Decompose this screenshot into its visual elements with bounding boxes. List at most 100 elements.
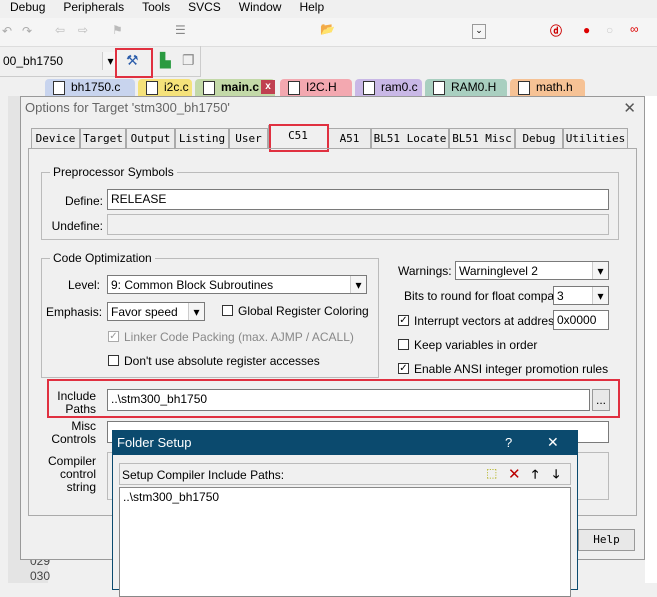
folder-setup-dialog: Folder Setup ? ✕ Setup Compiler Include …: [112, 430, 578, 597]
undo-icon[interactable]: ↶: [2, 24, 12, 38]
file-tab-i2c-c[interactable]: i2c.c: [138, 79, 192, 96]
close-tab-icon[interactable]: x: [261, 80, 275, 94]
line-number: 030: [30, 569, 51, 583]
file-icon: [146, 81, 158, 95]
bits-select[interactable]: 3: [553, 286, 609, 305]
close-icon[interactable]: ✕: [623, 99, 636, 117]
keep-variables-checkbox[interactable]: [398, 339, 409, 350]
folder-setup-titlebar: Folder Setup ? ✕: [113, 431, 577, 455]
group-title: Preprocessor Symbols: [50, 165, 177, 179]
file-icon: [288, 81, 300, 95]
file-icon: [203, 81, 215, 95]
menu-bar: Debug Peripherals Tools SVCS Window Help: [10, 0, 657, 15]
manage-components-icon[interactable]: ▙: [160, 52, 171, 69]
menu-window[interactable]: Window: [239, 0, 282, 14]
help-icon[interactable]: ?: [505, 435, 512, 450]
paths-header: Setup Compiler Include Paths: ⬚ ✕ 🡑 🡓: [119, 463, 571, 485]
list-item[interactable]: ..\stm300_bh1750: [123, 490, 219, 504]
warnings-label: Warnings:: [398, 264, 452, 278]
tab-user[interactable]: User: [229, 128, 268, 148]
menu-debug[interactable]: Debug: [10, 0, 45, 14]
select-packs-icon[interactable]: ❐: [182, 52, 195, 69]
menu-peripherals[interactable]: Peripherals: [63, 0, 124, 14]
tab-a51[interactable]: A51: [328, 128, 371, 148]
tab-bl51-misc[interactable]: BL51 Misc: [449, 128, 515, 148]
no-absolute-register-label: Don't use absolute register accesses: [124, 354, 320, 368]
linker-packing-label: Linker Code Packing (max. AJMP / ACALL): [124, 330, 354, 344]
file-tab-ram0-c[interactable]: ram0.c: [355, 79, 422, 96]
move-up-icon[interactable]: 🡑: [532, 465, 538, 486]
tab-device[interactable]: Device: [31, 128, 80, 148]
linker-packing-checkbox[interactable]: ✓: [108, 331, 119, 342]
menu-svcs[interactable]: SVCS: [188, 0, 221, 14]
menu-help[interactable]: Help: [299, 0, 324, 14]
ansi-integer-label: Enable ANSI integer promotion rules: [414, 362, 609, 376]
redo-icon[interactable]: ↷: [22, 24, 32, 38]
no-absolute-register-checkbox[interactable]: [108, 355, 119, 366]
file-icon: [363, 81, 375, 95]
forward-icon[interactable]: ⇨: [78, 23, 88, 37]
undefine-input[interactable]: [107, 214, 609, 235]
build-toolbar: 00_bh1750 ⚒ ▙ ❐: [0, 46, 201, 78]
bits-label: Bits to round for float compare:: [404, 289, 569, 303]
interrupt-address-input[interactable]: 0x0000: [553, 310, 609, 330]
breakpoint-disabled-icon[interactable]: ○: [606, 23, 613, 37]
breakpoint-icon[interactable]: ●: [583, 23, 590, 37]
bookmark-icon[interactable]: ⚑: [112, 23, 123, 37]
back-icon[interactable]: ⇦: [55, 23, 65, 37]
file-tab-bh1750-c[interactable]: bh1750.c: [45, 79, 135, 96]
tab-utilities[interactable]: Utilities: [563, 128, 628, 148]
define-input[interactable]: RELEASE: [107, 189, 609, 210]
file-icon: [53, 81, 65, 95]
target-select[interactable]: 00_bh1750: [0, 52, 118, 70]
new-folder-icon[interactable]: ⬚: [486, 466, 497, 480]
compiler-control-label: Compiler control string: [47, 454, 96, 494]
file-tab-label: i2c.c: [164, 80, 189, 94]
file-tab-label: main.c: [221, 80, 260, 94]
file-tab-label: math.h: [536, 80, 573, 94]
tab-debug[interactable]: Debug: [515, 128, 563, 148]
help-button[interactable]: Help: [578, 529, 635, 551]
level-label: Level:: [67, 278, 100, 292]
open-folder-icon[interactable]: 📂: [320, 22, 335, 36]
delete-icon[interactable]: ✕: [508, 465, 521, 483]
editor-area: [645, 96, 657, 583]
warnings-select[interactable]: Warninglevel 2: [455, 261, 609, 280]
close-icon[interactable]: ✕: [547, 434, 559, 451]
move-down-icon[interactable]: 🡓: [553, 465, 559, 486]
file-tab-math-h[interactable]: math.h: [510, 79, 585, 96]
keep-variables-label: Keep variables in order: [414, 338, 538, 352]
level-select[interactable]: 9: Common Block Subroutines: [107, 275, 367, 294]
file-tab-label: bh1750.c: [71, 80, 121, 94]
tab-listing[interactable]: Listing: [175, 128, 229, 148]
global-register-checkbox[interactable]: [222, 305, 233, 316]
file-icon: [518, 81, 530, 95]
dialog-title: Options for Target 'stm300_bh1750': [25, 100, 230, 115]
file-tab-i2c-h[interactable]: I2C.H: [280, 79, 352, 96]
paths-list: ..\stm300_bh1750: [119, 487, 571, 597]
debug-icon[interactable]: ⓓ: [550, 22, 562, 39]
interrupt-vectors-checkbox[interactable]: ✓: [398, 315, 409, 326]
paths-header-label: Setup Compiler Include Paths:: [122, 468, 285, 482]
dropdown-icon[interactable]: ⌄: [472, 24, 486, 39]
breakpoints-icon[interactable]: ∞: [630, 22, 639, 36]
file-icon: [433, 81, 445, 95]
define-label: Define:: [64, 194, 103, 208]
ansi-integer-checkbox[interactable]: ✓: [398, 363, 409, 374]
toolbar: ↶ ↷ ⇦ ⇨ ⚑ ☰ 📂 ⌄ ⓓ ● ○ ∞: [0, 18, 657, 47]
file-tab-main-c[interactable]: main.c x: [195, 79, 275, 96]
tab-output[interactable]: Output: [126, 128, 175, 148]
interrupt-vectors-label: Interrupt vectors at address:: [414, 314, 564, 328]
highlight-include-paths: [47, 379, 620, 418]
file-tab-ram0-h[interactable]: RAM0.H: [425, 79, 507, 96]
menu-tools[interactable]: Tools: [142, 0, 170, 14]
folder-setup-title: Folder Setup: [117, 435, 192, 450]
indent-icon[interactable]: ☰: [175, 23, 186, 37]
emphasis-select[interactable]: Favor speed: [107, 302, 205, 321]
tab-target[interactable]: Target: [80, 128, 126, 148]
undefine-label: Undefine:: [51, 219, 103, 233]
highlight-options-button: [115, 48, 153, 78]
file-tab-label: RAM0.H: [451, 80, 497, 94]
misc-controls-label: Misc Controls: [51, 419, 96, 446]
tab-bl51-locate[interactable]: BL51 Locate: [371, 128, 449, 148]
